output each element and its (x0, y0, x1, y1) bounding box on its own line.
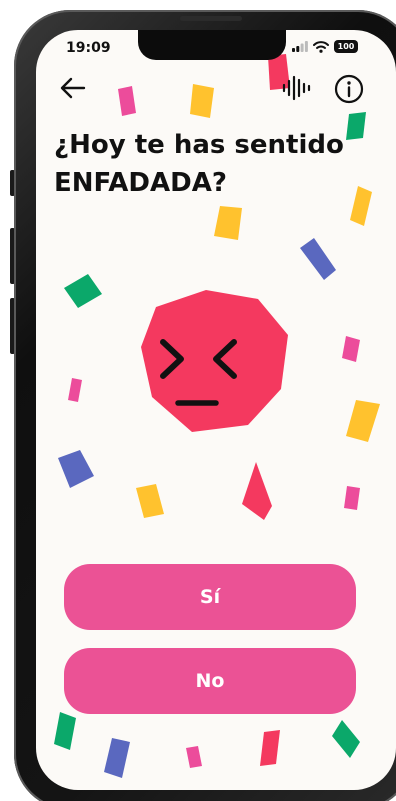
confetti-piece (136, 484, 164, 518)
audio-button[interactable] (279, 72, 313, 104)
confetti-piece (214, 206, 242, 240)
status-time: 19:09 (66, 40, 111, 56)
confetti-piece (344, 486, 360, 510)
info-button[interactable] (332, 72, 366, 106)
confetti-piece (64, 274, 102, 308)
confetti-piece (118, 86, 136, 116)
confetti-piece (190, 84, 214, 118)
confetti-piece (332, 720, 360, 758)
confetti-piece (342, 336, 360, 362)
confetti-piece (300, 238, 336, 280)
phone-speaker (180, 16, 242, 21)
confetti-piece (68, 378, 82, 402)
question-line-1: ¿Hoy te has sentido (54, 130, 344, 160)
back-arrow-icon (60, 77, 86, 99)
battery-icon: 100 (334, 40, 358, 53)
angry-face-icon (141, 290, 288, 432)
confetti-piece (346, 400, 380, 442)
confetti-piece (54, 712, 76, 750)
confetti-piece (186, 746, 202, 768)
page: 19:09 100 ¿Hoy te has sentido ENFADADA? … (0, 0, 396, 801)
yes-button-label: Sí (199, 586, 221, 608)
no-button[interactable]: No (64, 648, 356, 714)
notch (138, 30, 286, 60)
no-button-label: No (195, 670, 225, 692)
confetti-piece (242, 462, 272, 520)
audio-waveform-icon (282, 75, 311, 101)
signal-icon (292, 41, 308, 52)
question-title: ¿Hoy te has sentido ENFADADA? (54, 126, 354, 202)
confetti-piece (58, 450, 94, 488)
wifi-icon (313, 40, 329, 53)
battery-level: 100 (337, 42, 355, 51)
yes-button[interactable]: Sí (64, 564, 356, 630)
question-line-2: ENFADADA? (54, 168, 227, 198)
confetti-piece (260, 730, 280, 766)
status-icons: 100 (292, 40, 358, 53)
info-icon (334, 74, 364, 104)
confetti-piece (104, 738, 130, 778)
back-button[interactable] (58, 74, 88, 102)
